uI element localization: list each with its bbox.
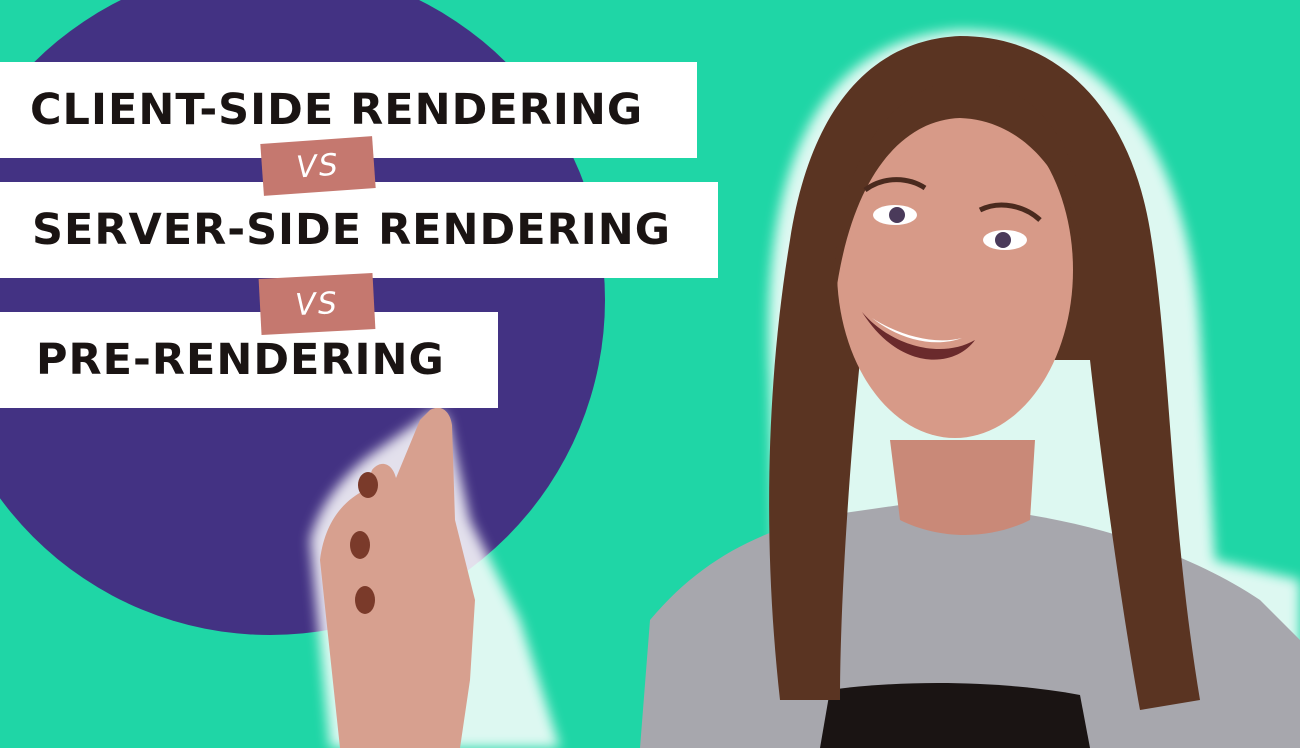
right-iris [995,232,1011,248]
left-iris [889,207,905,223]
fingernail [350,531,370,559]
shirt-print [820,683,1090,748]
neck [890,440,1035,535]
banner-title: PRE-RENDERING [36,334,445,385]
vs-label: VS [295,147,341,185]
banner-server-side: SERVER-SIDE RENDERING [0,182,718,278]
banner-title: CLIENT-SIDE RENDERING [30,84,644,135]
banner-title: SERVER-SIDE RENDERING [32,204,671,255]
banner-pre-rendering: PRE-RENDERING [0,312,498,408]
fingernail [355,586,375,614]
vs-label: VS [294,285,340,323]
vs-badge: VS [260,136,376,196]
thumbnail-canvas: CLIENT-SIDE RENDERING SERVER-SIDE RENDER… [0,0,1300,748]
vs-badge: VS [258,273,376,335]
fingernail [358,472,378,498]
